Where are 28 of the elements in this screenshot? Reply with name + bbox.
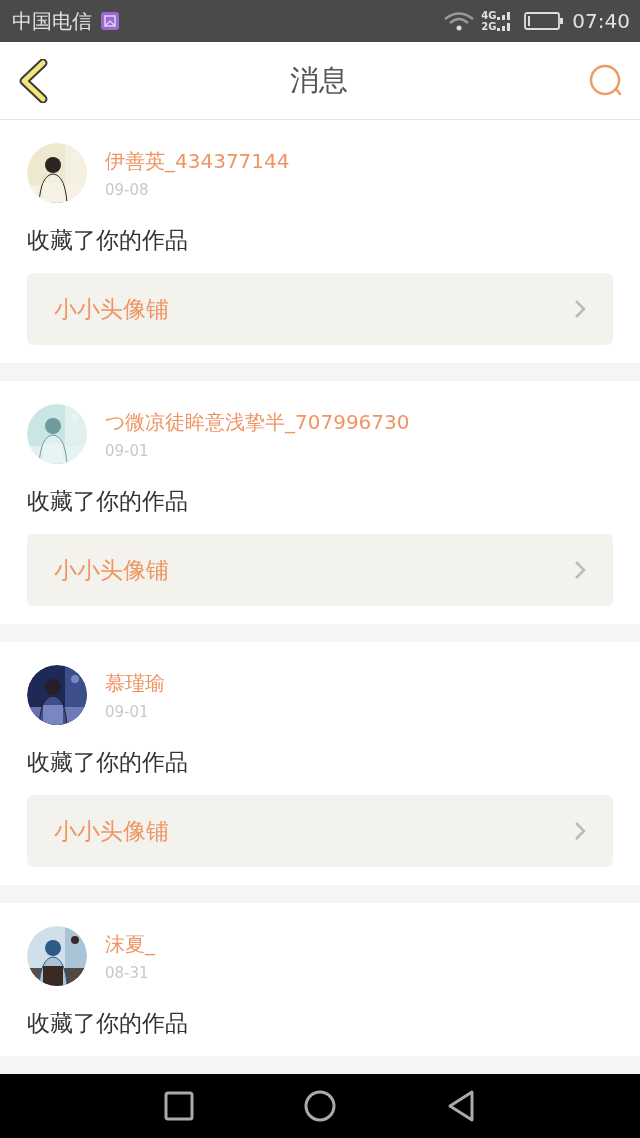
wifi-icon (443, 11, 476, 31)
home-button[interactable] (304, 1090, 336, 1122)
user-name[interactable]: 慕瑾瑜 (105, 670, 165, 697)
chevron-icon (574, 560, 586, 580)
network-label: 2G (481, 21, 497, 32)
work-link[interactable]: 小小头像铺 (27, 273, 613, 345)
message-text: 收藏了你的作品 (27, 748, 189, 777)
user-name[interactable]: つ微凉徒眸意浅挚半_707996730 (105, 409, 410, 436)
chevron-icon (574, 299, 586, 319)
network-label: 4G (481, 10, 497, 21)
message-text: 收藏了你的作品 (27, 226, 189, 255)
user-name[interactable]: 沫夏_ (105, 931, 155, 958)
chevron-icon (574, 821, 586, 841)
message-text: 收藏了你的作品 (27, 487, 189, 516)
battery-icon (524, 11, 565, 31)
carrier-name: 中国电信 (12, 7, 92, 35)
triangle-icon (446, 1089, 476, 1123)
message-text: 收藏了你的作品 (27, 1009, 189, 1038)
circle-icon (304, 1090, 336, 1122)
clock-time: 07:40 (572, 9, 630, 33)
work-link[interactable]: 小小头像铺 (27, 534, 613, 606)
recents-button[interactable] (164, 1091, 194, 1121)
gallery-icon (100, 11, 120, 31)
work-link[interactable]: 小小头像铺 (27, 795, 613, 867)
square-icon (164, 1091, 194, 1121)
page-title: 消息 (290, 61, 348, 99)
user-name[interactable]: 伊善英_434377144 (105, 148, 290, 175)
back-button[interactable] (446, 1089, 476, 1123)
